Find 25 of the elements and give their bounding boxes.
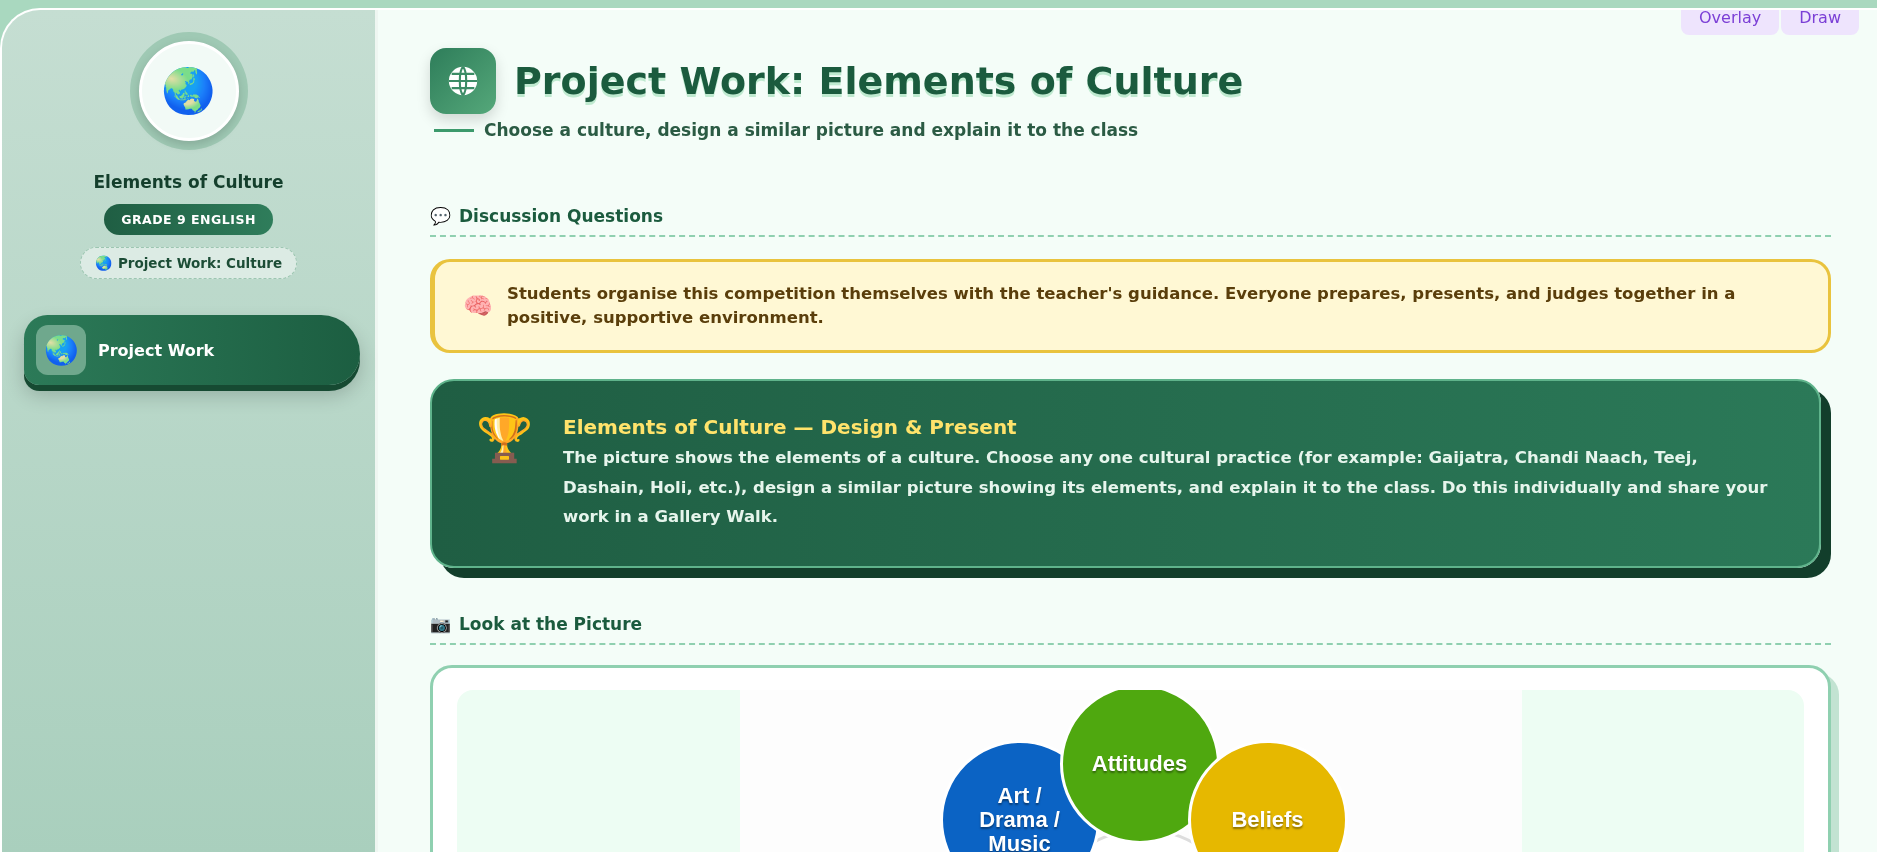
topic-label: Project Work: Culture (117, 255, 283, 271)
grade-badge: GRADE 9 ENGLISH (104, 204, 273, 235)
globe-icon: 🌏 (36, 325, 86, 375)
page-subtitle: Choose a culture, design a similar picture and explain it to the class (484, 120, 1139, 140)
trophy-icon: 🏆 (476, 414, 533, 532)
note-text: Students organise this competition themselves with the teacher's guidance. Everyone prepares, presents, and judges together in a positive, supportive environment. (507, 283, 1737, 329)
globe-icon (430, 48, 496, 114)
task-text: The picture shows the elements of a culture. Choose any one cultural practice (for example: Gaijatra, Chandi Naach, Teej, Dashain, Holi, etc.), design a similar picture showing its elements, and explain it to the class. Do this individually and share your work in a Gallery Walk. (563, 446, 1769, 529)
accent-line (434, 128, 474, 132)
circle-label: Attitudes (1090, 751, 1189, 776)
globe-icon: 🌏 (138, 41, 239, 141)
toolbar-button[interactable]: Overlay (1681, 10, 1780, 35)
brain-icon: 🧠 (463, 291, 493, 320)
toolbar-button[interactable]: Draw (1781, 10, 1859, 35)
page-title: Project Work: Elements of Culture (514, 59, 1244, 103)
nav-label: Project Work (98, 340, 215, 360)
circle-label: Art / Drama / Music (978, 783, 1061, 852)
section-title: Discussion Questions (459, 206, 664, 226)
sidebar-title: Elements of Culture (93, 172, 284, 192)
section-title: Look at the Picture (459, 613, 643, 634)
circle-label: Beliefs (1230, 807, 1305, 832)
camera-icon: 📷 (430, 613, 451, 634)
task-title: Elements of Culture — Design & Present (563, 414, 1018, 439)
speech-bubble-icon: 💬 (430, 206, 451, 226)
globe-icon: 🌏 (94, 255, 112, 271)
